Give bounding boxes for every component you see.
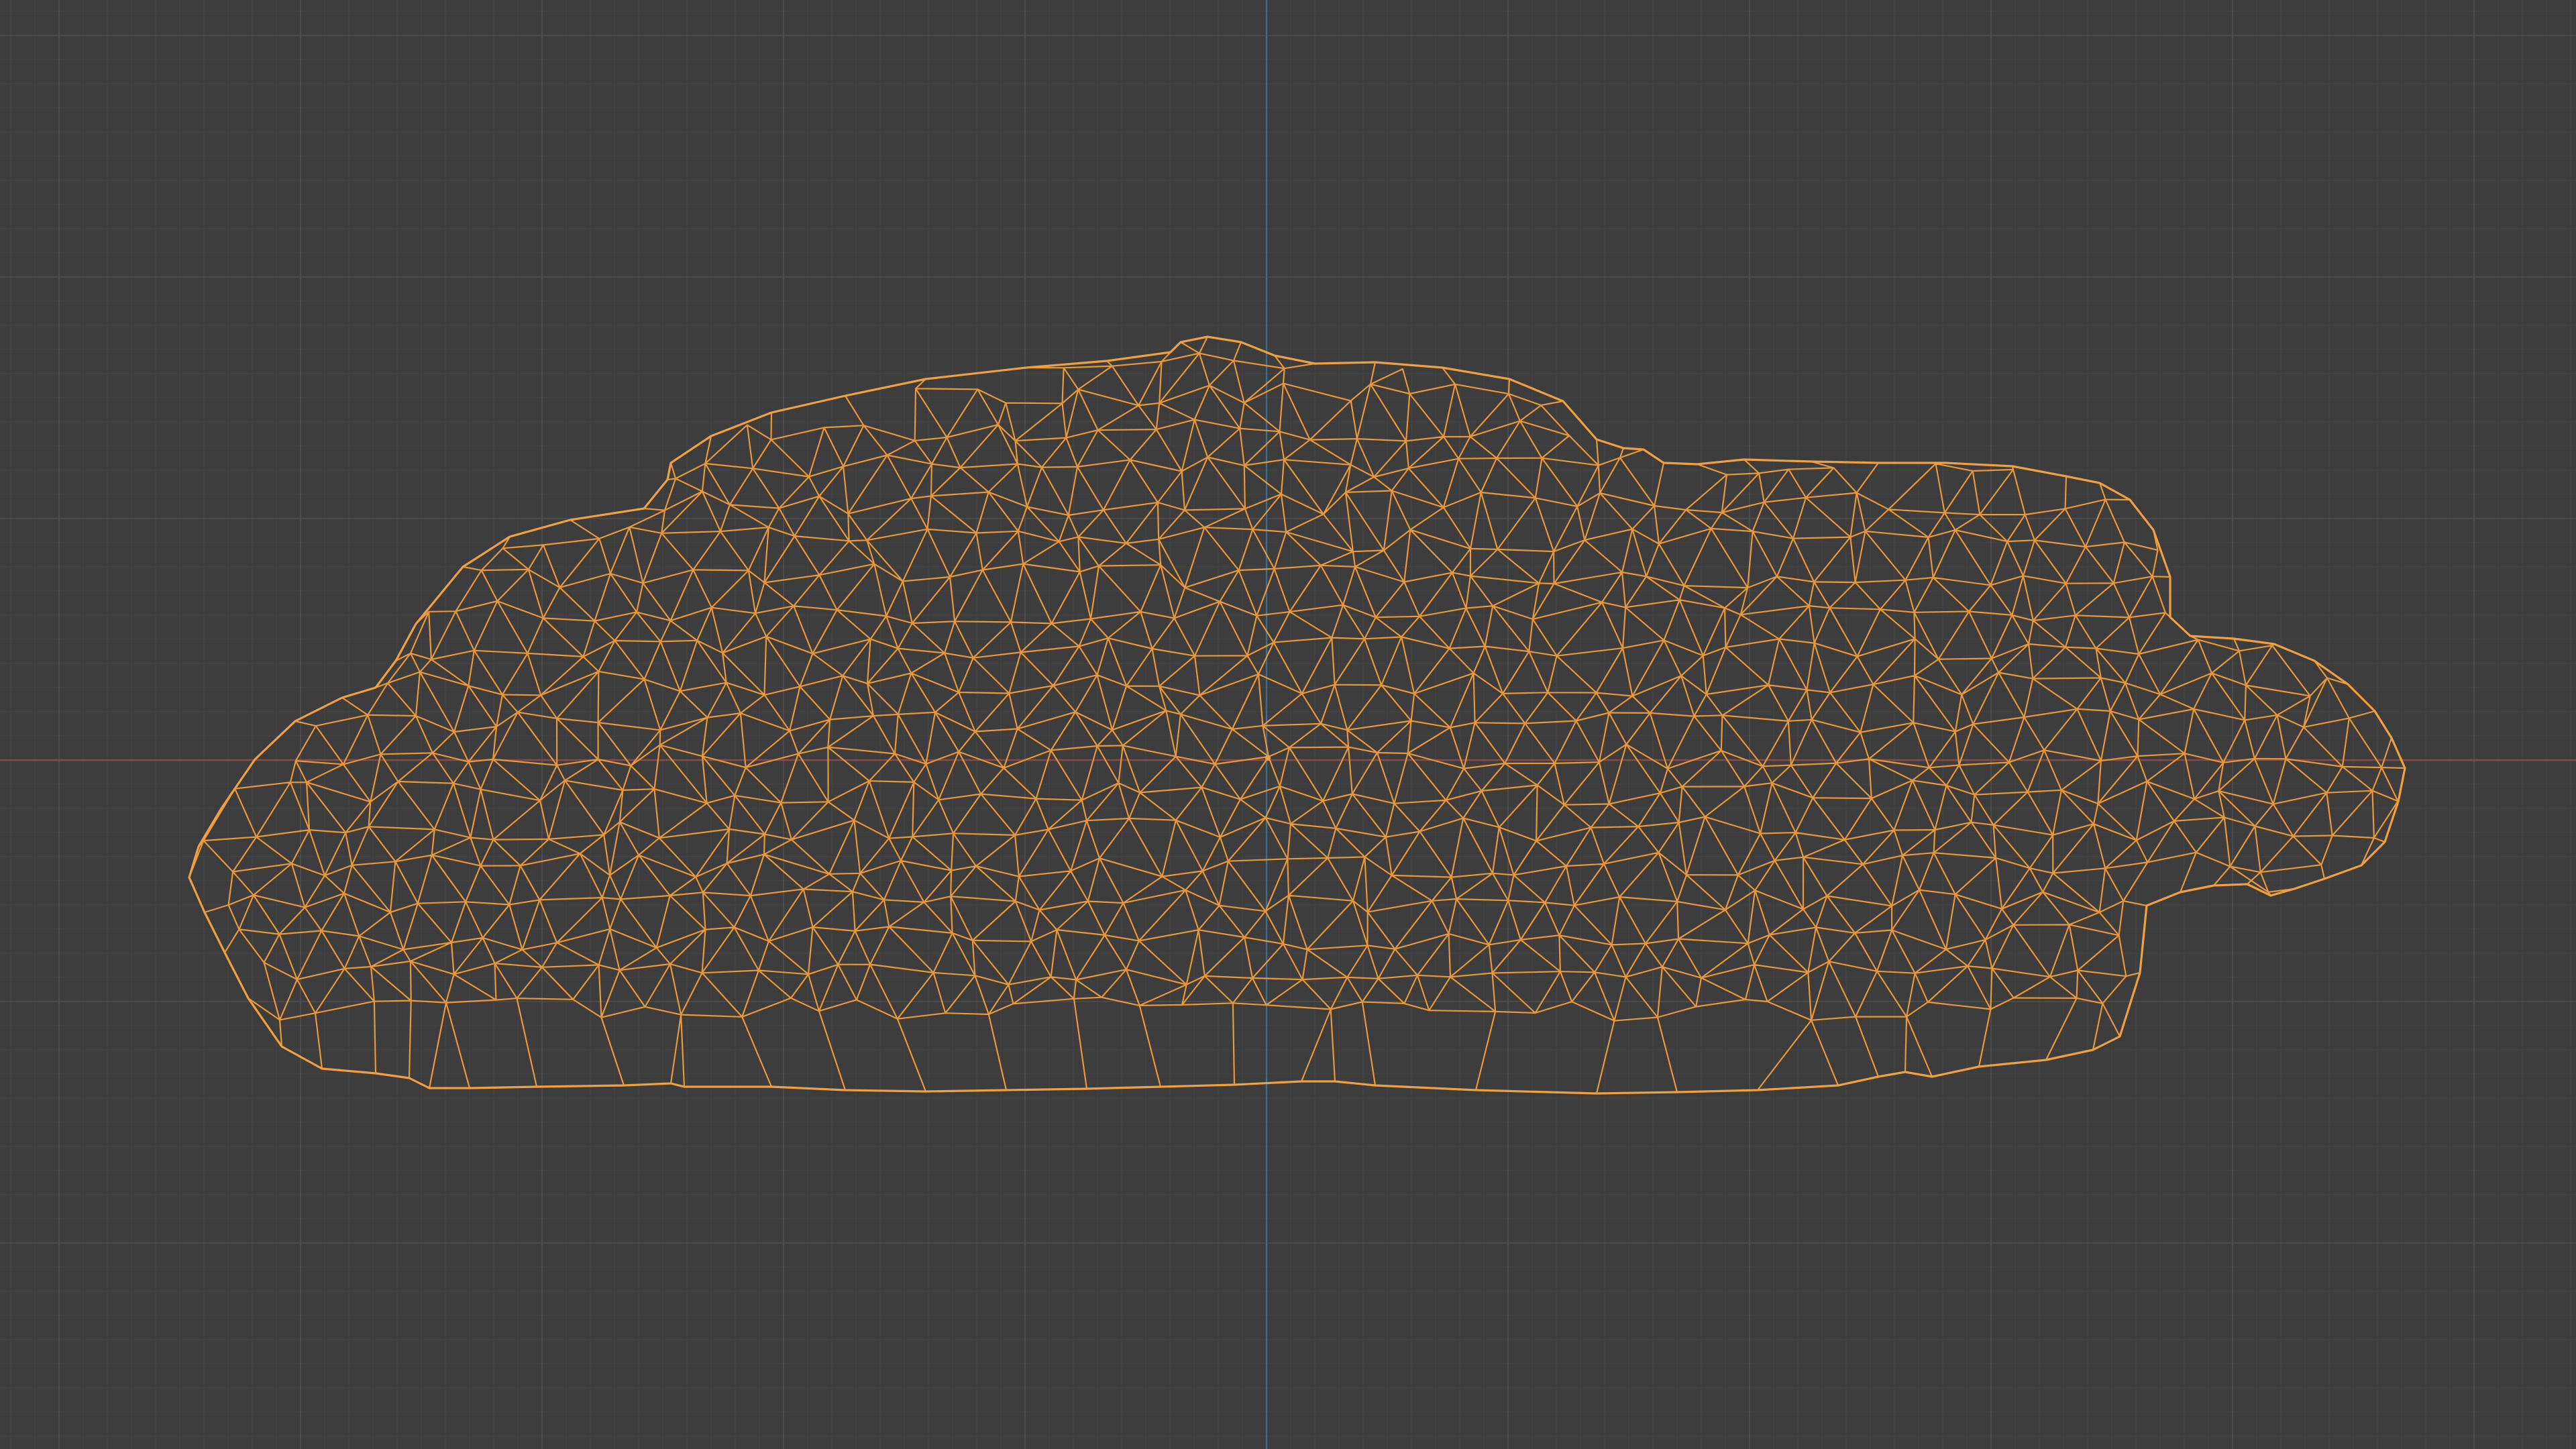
object-origin-point [1265, 755, 1271, 761]
mesh-edges [203, 352, 2399, 1022]
3d-viewport[interactable] [0, 0, 2576, 1449]
viewport-canvas[interactable] [0, 0, 2576, 1449]
wireframe-mesh-object[interactable] [188, 336, 2406, 1094]
